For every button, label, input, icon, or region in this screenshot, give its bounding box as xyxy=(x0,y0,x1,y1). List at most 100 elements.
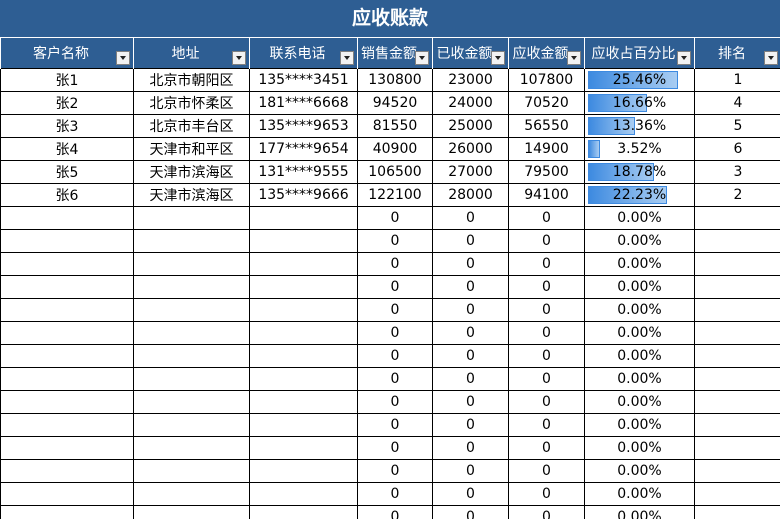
cell-address[interactable] xyxy=(133,367,250,391)
cell-received-amount[interactable]: 0 xyxy=(432,206,509,230)
cell-received-amount[interactable]: 0 xyxy=(432,482,509,506)
cell-address[interactable] xyxy=(133,298,250,322)
cell-address[interactable]: 北京市丰台区 xyxy=(133,114,250,138)
cell-sales-amount[interactable]: 0 xyxy=(357,413,433,437)
cell-receivable-amount[interactable]: 0 xyxy=(508,344,585,368)
cell-received-amount[interactable]: 28000 xyxy=(432,183,509,207)
cell-sales-amount[interactable]: 0 xyxy=(357,321,433,345)
cell-receivable-percent[interactable]: 0.00% xyxy=(584,367,695,391)
cell-customer-name[interactable] xyxy=(0,413,134,437)
cell-customer-name[interactable] xyxy=(0,275,134,299)
cell-rank[interactable] xyxy=(694,344,780,368)
cell-receivable-amount[interactable]: 0 xyxy=(508,298,585,322)
cell-receivable-percent[interactable]: 18.78% xyxy=(584,160,695,184)
cell-sales-amount[interactable]: 0 xyxy=(357,252,433,276)
cell-receivable-amount[interactable]: 79500 xyxy=(508,160,585,184)
cell-address[interactable]: 北京市朝阳区 xyxy=(133,68,250,92)
cell-phone[interactable] xyxy=(249,252,358,276)
filter-dropdown-icon[interactable] xyxy=(677,51,691,65)
cell-receivable-percent[interactable]: 0.00% xyxy=(584,275,695,299)
cell-receivable-percent[interactable]: 0.00% xyxy=(584,344,695,368)
cell-receivable-percent[interactable]: 13.36% xyxy=(584,114,695,138)
cell-received-amount[interactable]: 26000 xyxy=(432,137,509,161)
cell-sales-amount[interactable]: 81550 xyxy=(357,114,433,138)
cell-customer-name[interactable] xyxy=(0,367,134,391)
cell-address[interactable]: 天津市和平区 xyxy=(133,137,250,161)
cell-customer-name[interactable]: 张1 xyxy=(0,68,134,92)
cell-customer-name[interactable]: 张3 xyxy=(0,114,134,138)
cell-phone[interactable] xyxy=(249,321,358,345)
cell-sales-amount[interactable]: 0 xyxy=(357,482,433,506)
cell-rank[interactable]: 2 xyxy=(694,183,780,207)
cell-received-amount[interactable]: 24000 xyxy=(432,91,509,115)
cell-address[interactable] xyxy=(133,229,250,253)
cell-receivable-percent[interactable]: 0.00% xyxy=(584,505,695,519)
header-customer-name[interactable]: 客户名称 xyxy=(0,38,134,69)
cell-phone[interactable] xyxy=(249,275,358,299)
cell-received-amount[interactable]: 0 xyxy=(432,298,509,322)
cell-address[interactable] xyxy=(133,482,250,506)
cell-receivable-amount[interactable]: 0 xyxy=(508,206,585,230)
cell-sales-amount[interactable]: 0 xyxy=(357,459,433,483)
cell-received-amount[interactable]: 23000 xyxy=(432,68,509,92)
cell-phone[interactable] xyxy=(249,413,358,437)
cell-customer-name[interactable] xyxy=(0,229,134,253)
cell-received-amount[interactable]: 25000 xyxy=(432,114,509,138)
cell-sales-amount[interactable]: 0 xyxy=(357,344,433,368)
cell-rank[interactable] xyxy=(694,413,780,437)
cell-phone[interactable]: 181****6668 xyxy=(249,91,358,115)
cell-customer-name[interactable] xyxy=(0,298,134,322)
header-receivable-amount[interactable]: 应收金额 xyxy=(508,38,585,69)
cell-customer-name[interactable] xyxy=(0,344,134,368)
filter-dropdown-icon[interactable] xyxy=(764,51,778,65)
cell-receivable-percent[interactable]: 0.00% xyxy=(584,252,695,276)
cell-receivable-amount[interactable]: 0 xyxy=(508,459,585,483)
cell-address[interactable] xyxy=(133,275,250,299)
cell-customer-name[interactable] xyxy=(0,252,134,276)
cell-sales-amount[interactable]: 0 xyxy=(357,367,433,391)
filter-dropdown-icon[interactable] xyxy=(415,51,429,65)
cell-phone[interactable]: 135****9653 xyxy=(249,114,358,138)
cell-received-amount[interactable]: 0 xyxy=(432,459,509,483)
cell-receivable-amount[interactable]: 0 xyxy=(508,482,585,506)
cell-rank[interactable]: 4 xyxy=(694,91,780,115)
cell-receivable-amount[interactable]: 0 xyxy=(508,252,585,276)
cell-received-amount[interactable]: 0 xyxy=(432,413,509,437)
cell-receivable-amount[interactable]: 0 xyxy=(508,229,585,253)
cell-sales-amount[interactable]: 106500 xyxy=(357,160,433,184)
cell-receivable-amount[interactable]: 0 xyxy=(508,505,585,519)
filter-dropdown-icon[interactable] xyxy=(567,51,581,65)
cell-address[interactable]: 天津市滨海区 xyxy=(133,183,250,207)
cell-customer-name[interactable] xyxy=(0,321,134,345)
cell-receivable-percent[interactable]: 0.00% xyxy=(584,321,695,345)
filter-dropdown-icon[interactable] xyxy=(340,51,354,65)
cell-receivable-percent[interactable]: 22.23% xyxy=(584,183,695,207)
cell-customer-name[interactable]: 张4 xyxy=(0,137,134,161)
cell-rank[interactable]: 5 xyxy=(694,114,780,138)
cell-received-amount[interactable]: 0 xyxy=(432,275,509,299)
cell-receivable-amount[interactable]: 0 xyxy=(508,390,585,414)
cell-rank[interactable] xyxy=(694,206,780,230)
cell-phone[interactable]: 135****9666 xyxy=(249,183,358,207)
cell-receivable-amount[interactable]: 0 xyxy=(508,367,585,391)
cell-customer-name[interactable] xyxy=(0,390,134,414)
cell-receivable-percent[interactable]: 3.52% xyxy=(584,137,695,161)
cell-address[interactable] xyxy=(133,321,250,345)
cell-rank[interactable] xyxy=(694,275,780,299)
cell-address[interactable] xyxy=(133,413,250,437)
cell-customer-name[interactable]: 张6 xyxy=(0,183,134,207)
cell-receivable-percent[interactable]: 0.00% xyxy=(584,229,695,253)
cell-rank[interactable]: 1 xyxy=(694,68,780,92)
cell-receivable-amount[interactable]: 70520 xyxy=(508,91,585,115)
cell-receivable-amount[interactable]: 0 xyxy=(508,321,585,345)
cell-address[interactable]: 天津市滨海区 xyxy=(133,160,250,184)
cell-receivable-amount[interactable]: 0 xyxy=(508,413,585,437)
cell-receivable-amount[interactable]: 56550 xyxy=(508,114,585,138)
cell-phone[interactable] xyxy=(249,229,358,253)
cell-address[interactable] xyxy=(133,459,250,483)
cell-customer-name[interactable] xyxy=(0,482,134,506)
header-receivable-percent[interactable]: 应收占百分比 xyxy=(584,38,695,69)
cell-customer-name[interactable] xyxy=(0,505,134,519)
cell-receivable-amount[interactable]: 0 xyxy=(508,275,585,299)
cell-sales-amount[interactable]: 122100 xyxy=(357,183,433,207)
